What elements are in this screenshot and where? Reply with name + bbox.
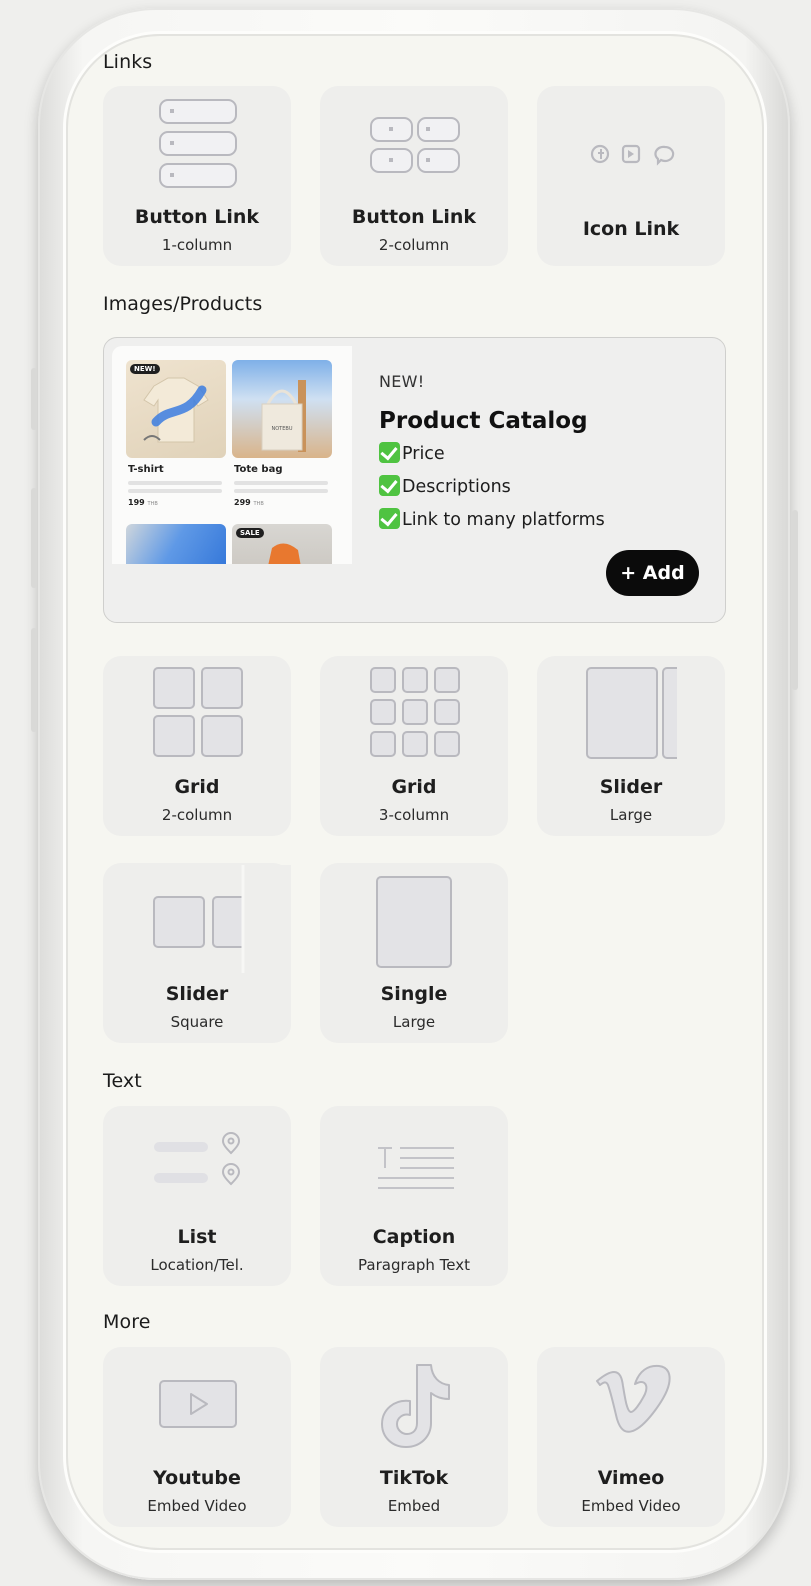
tile-title: List <box>177 1226 217 1248</box>
product-price: 199 THB <box>128 498 158 507</box>
tile-title: Single <box>380 983 448 1005</box>
button-list-2col-icon <box>370 117 460 173</box>
product-image <box>126 524 226 564</box>
tile-vimeo[interactable]: Vimeo Embed Video <box>537 1347 725 1527</box>
tile-grid-3col[interactable]: Grid 3-column <box>320 656 508 836</box>
tile-subtitle: Embed Video <box>147 1497 247 1515</box>
tile-icon-link[interactable]: Icon Link <box>537 86 725 266</box>
product-catalog-banner[interactable]: NEW! NOTEBU T-shirt Tote bag 199 THB 299… <box>103 337 726 623</box>
tshirt-image: NEW! <box>126 360 226 458</box>
product-desc-line <box>234 481 328 485</box>
single-large-icon <box>376 876 452 968</box>
tile-tiktok[interactable]: TikTok Embed <box>320 1347 508 1527</box>
tile-subtitle: 2-column <box>161 806 233 824</box>
banner-title: Product Catalog <box>379 408 588 434</box>
slider-square-icon <box>153 865 291 973</box>
tile-button-link-1col[interactable]: Button Link 1-column <box>103 86 291 266</box>
tile-slider-square[interactable]: Slider Square <box>103 863 291 1043</box>
tote-bag-image: NOTEBU <box>232 360 332 458</box>
new-tag: NEW! <box>130 364 160 374</box>
tile-title: Button Link <box>134 206 260 228</box>
product-desc-line <box>234 489 328 493</box>
section-title-links: Links <box>103 51 153 73</box>
tile-list[interactable]: List Location/Tel. <box>103 1106 291 1286</box>
feature-price: Price <box>379 442 445 464</box>
check-icon <box>379 475 400 496</box>
product-price: 299 THB <box>234 498 264 507</box>
vimeo-icon <box>596 1364 671 1433</box>
tile-button-link-2col[interactable]: Button Link 2-column <box>320 86 508 266</box>
tile-title: Icon Link <box>582 218 680 240</box>
tile-subtitle: 1-column <box>161 236 233 254</box>
section-title-more: More <box>103 1311 151 1333</box>
sale-tag: SALE <box>236 528 264 538</box>
tile-subtitle: 3-column <box>378 806 450 824</box>
tile-subtitle: Large <box>609 806 653 824</box>
tile-subtitle: 2-column <box>378 236 450 254</box>
phone-volume-up-button <box>31 488 37 588</box>
button-list-1col-icon <box>159 99 237 188</box>
section-title-text: Text <box>103 1070 142 1092</box>
tile-title: Slider <box>165 983 229 1005</box>
tile-single-large[interactable]: Single Large <box>320 863 508 1043</box>
add-product-catalog-button[interactable]: + Add <box>606 550 699 596</box>
list-location-icon <box>154 1132 241 1186</box>
product-desc-line <box>128 489 222 493</box>
youtube-icon <box>159 1380 237 1428</box>
tile-subtitle: Large <box>392 1013 436 1031</box>
check-icon <box>379 442 400 463</box>
product-name: Tote bag <box>234 464 283 475</box>
tile-subtitle: Embed <box>387 1497 441 1515</box>
slider-large-icon <box>586 664 683 762</box>
section-title-images-products: Images/Products <box>103 293 263 315</box>
tile-subtitle: Embed Video <box>581 1497 681 1515</box>
tile-subtitle: Location/Tel. <box>150 1256 244 1274</box>
tile-title: TikTok <box>379 1467 449 1489</box>
check-icon <box>379 508 400 529</box>
tiktok-icon <box>381 1364 450 1448</box>
tile-grid-2col[interactable]: Grid 2-column <box>103 656 291 836</box>
grid-2col-icon <box>153 667 243 757</box>
tile-title: Grid <box>391 776 437 798</box>
tile-youtube[interactable]: Youtube Embed Video <box>103 1347 291 1527</box>
phone-mute-button <box>31 368 37 430</box>
tile-caption[interactable]: Caption Paragraph Text <box>320 1106 508 1286</box>
tile-subtitle: Paragraph Text <box>358 1256 470 1274</box>
tile-subtitle: Square <box>170 1013 224 1031</box>
icon-links-icon <box>590 144 675 166</box>
tile-title: Grid <box>174 776 220 798</box>
product-desc-line <box>128 481 222 485</box>
tile-title: Youtube <box>153 1467 241 1489</box>
phone-volume-down-button <box>31 628 37 732</box>
phone-power-button <box>792 510 798 690</box>
product-catalog-preview: NEW! NOTEBU T-shirt Tote bag 199 THB 299… <box>112 346 352 564</box>
caption-text-icon <box>378 1147 454 1189</box>
tile-slider-large[interactable]: Slider Large <box>537 656 725 836</box>
tile-title: Caption <box>372 1226 456 1248</box>
product-name: T-shirt <box>128 464 164 475</box>
grid-3col-icon <box>370 667 460 757</box>
feature-link-platforms: Link to many platforms <box>379 508 605 530</box>
tote-print-text: NOTEBU <box>272 426 293 432</box>
product-image: SALE <box>232 524 332 564</box>
tile-title: Slider <box>599 776 663 798</box>
tile-title: Button Link <box>351 206 477 228</box>
tile-title: Vimeo <box>597 1467 665 1489</box>
feature-descriptions: Descriptions <box>379 475 511 497</box>
banner-new-label: NEW! <box>379 372 425 391</box>
